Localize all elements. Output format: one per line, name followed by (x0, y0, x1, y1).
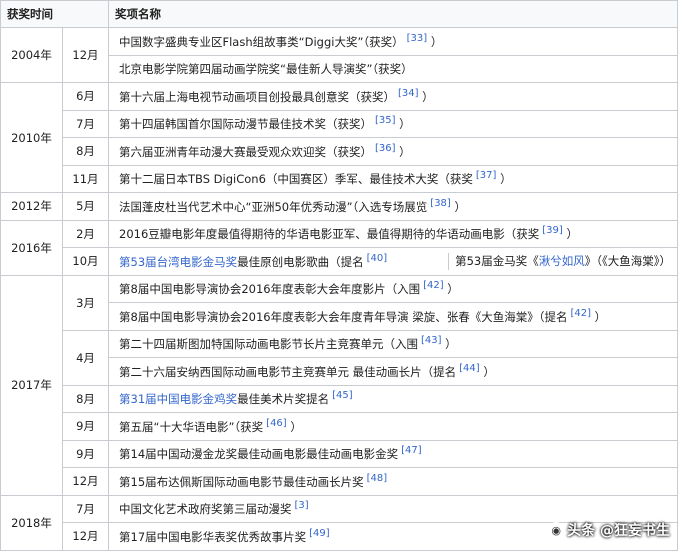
watermark: ◉ 头条 @狂妄书生 (548, 520, 670, 540)
award-link[interactable]: 第53届台湾电影金马奖 (119, 255, 237, 269)
header-award-name: 奖项名称 (108, 0, 678, 28)
award-cell: 第二十六届安纳西国际动画电影节主竞赛单元 最佳动画长片（提名 [44] ） (108, 357, 678, 386)
award-cell: 第15届布达佩斯国际动画电影节最佳动画长片奖 [48] (108, 467, 678, 496)
ref-link[interactable]: [44] (459, 363, 480, 374)
ref-link[interactable]: [34] (398, 88, 419, 99)
year-cell: 2004年 (0, 27, 63, 83)
month-cell: 7月 (62, 494, 109, 523)
month-cell: 5月 (62, 192, 109, 221)
award-cell: 第五届“十大华语电影”（获奖 [46] ） (108, 412, 678, 441)
month-cell: 8月 (62, 384, 109, 413)
award-cell: 中国文化艺术政府奖第三届动漫奖 [3] (108, 494, 678, 523)
song-link[interactable]: 湫兮如风 (539, 254, 585, 268)
month-cell: 10月 (62, 247, 109, 276)
awards-table: 获奖时间 奖项名称 2004年 12月 中国数字盛典专业区Flash组故事类“D… (0, 0, 678, 551)
month-cell: 12月 (62, 522, 109, 551)
ref-link[interactable]: [48] (367, 473, 388, 484)
year-cell: 2012年 (0, 192, 63, 221)
award-cell: 第十四届韩国首尔国际动漫节最佳技术奖（获奖） [35] ） (108, 109, 678, 138)
month-cell: 2月 (62, 219, 109, 248)
ref-link[interactable]: [38] (430, 198, 451, 209)
ref-link[interactable]: [46] (266, 418, 287, 429)
award-cell: 第十二届日本TBS DigiCon6（中国赛区）季军、最佳技术大奖（获奖 [37]… (108, 164, 678, 193)
award-cell: 第8届中国电影导演协会2016年度表彰大会年度影片（入围 [42] ） (108, 274, 678, 303)
ref-link[interactable]: [47] (401, 445, 422, 456)
award-cell: 第8届中国电影导演协会2016年度表彰大会年度青年导演 梁旋、张春《大鱼海棠》（… (108, 302, 678, 331)
month-cell: 12月 (62, 467, 109, 496)
month-cell: 3月 (62, 274, 109, 331)
ref-link[interactable]: [3] (295, 500, 309, 511)
ref-link[interactable]: [33] (407, 33, 428, 44)
year-cell: 2016年 (0, 219, 63, 276)
month-cell: 4月 (62, 329, 109, 386)
month-cell: 7月 (62, 109, 109, 138)
toutiao-logo-icon: ◉ (548, 522, 565, 538)
award-cell: 第六届亚洲青年动漫大赛最受观众欢迎奖（获奖） [36] ） (108, 137, 678, 166)
ref-link[interactable]: [39] (542, 225, 563, 236)
year-cell: 2017年 (0, 274, 63, 496)
month-cell: 9月 (62, 412, 109, 441)
month-cell: 11月 (62, 164, 109, 193)
award-cell: 2016豆瓣电影年度最值得期待的华语电影亚军、最值得期待的华语动画电影（获奖 [3… (108, 219, 678, 248)
month-cell: 6月 (62, 82, 109, 111)
ref-link[interactable]: [40] (367, 253, 388, 264)
award-cell: 第31届中国电影金鸡奖最佳美术片奖提名 [45] (108, 384, 678, 413)
ref-link[interactable]: [36] (375, 143, 396, 154)
award-cell: 第14届中国动漫金龙奖最佳动画电影最佳动画电影金奖 [47] (108, 439, 678, 468)
ref-link[interactable]: [45] (332, 390, 353, 401)
award-cell: 法国蓬皮杜当代艺术中心“亚洲50年优秀动漫”（入选专场展览 [38] ） (108, 192, 678, 221)
month-cell: 8月 (62, 137, 109, 166)
ref-link[interactable]: [49] (309, 528, 330, 539)
header-award-time: 获奖时间 (0, 0, 109, 28)
award-cell: 北京电影学院第四届动画学院奖“最佳新人导演奖”（获奖） (108, 54, 678, 83)
ref-link[interactable]: [35] (375, 115, 396, 126)
year-cell: 2010年 (0, 82, 63, 193)
award-cell: 第二十四届斯图加特国际动画电影节长片主竞赛单元（入围 [43] ） (108, 329, 678, 358)
year-cell: 2018年 (0, 494, 63, 551)
award-link[interactable]: 第31届中国电影金鸡奖 (119, 392, 237, 406)
ref-link[interactable]: [42] (570, 308, 591, 319)
ref-link[interactable]: [42] (423, 280, 444, 291)
month-cell: 12月 (62, 27, 109, 83)
award-cell: 第53届台湾电影金马奖最佳原创电影歌曲（提名 [40] 第53届金马奖《湫兮如风》… (108, 247, 678, 276)
award-cell: 中国数字盛典专业区Flash组故事类“Diggi大奖”（获奖） [33] ） (108, 27, 678, 56)
ref-link[interactable]: [43] (421, 335, 442, 346)
award-cell: 第十六届上海电视节动画项目创投最具创意奖（获奖） [34] ） (108, 82, 678, 111)
watermark-text: 头条 @狂妄书生 (567, 523, 670, 539)
ref-link[interactable]: [37] (476, 170, 497, 181)
month-cell: 9月 (62, 439, 109, 468)
